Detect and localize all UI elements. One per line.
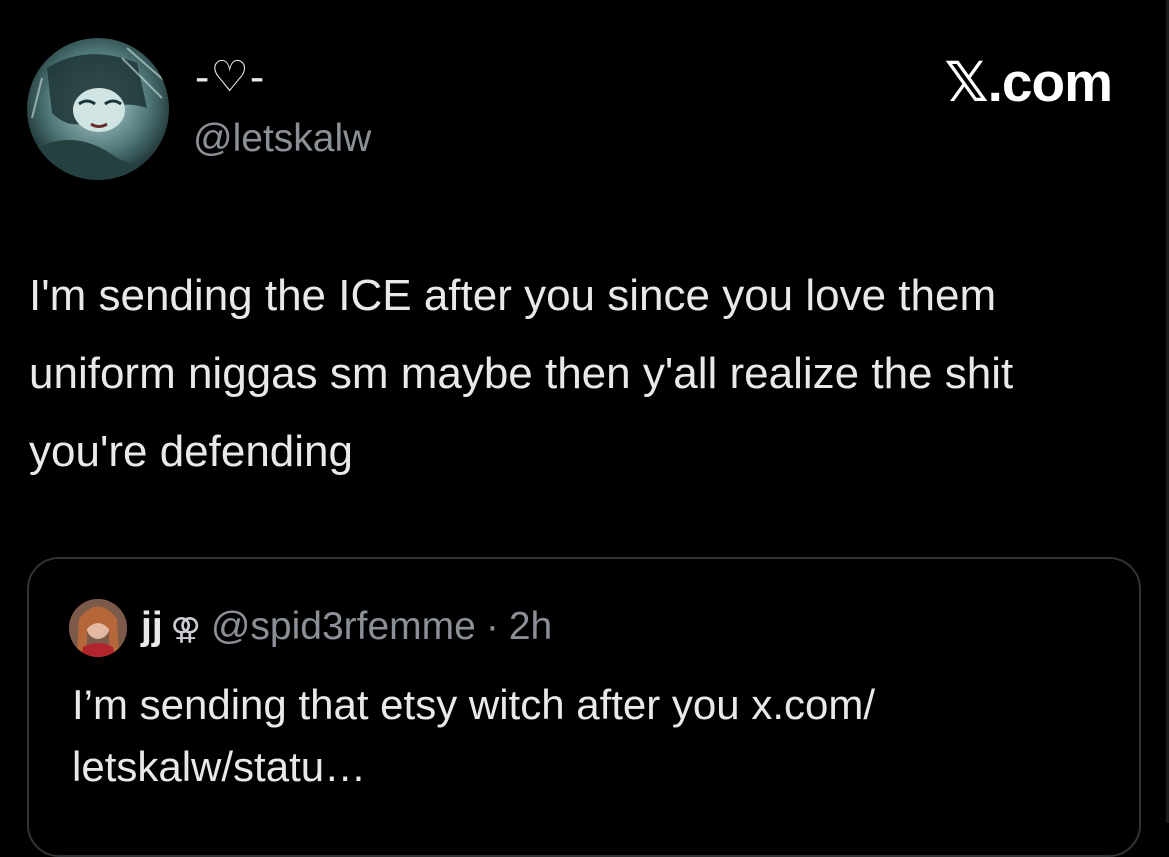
quoted-author-handle[interactable]: @spid3rfemme — [211, 605, 476, 648]
quoted-post-card[interactable]: jj ⚢ @spid3rfemme · 2h I’m sending that etsy… — [27, 557, 1141, 857]
quoted-author-avatar[interactable] — [69, 599, 127, 657]
quoted-author-display-name[interactable]: jj — [141, 605, 163, 648]
author-avatar[interactable] — [27, 38, 169, 180]
flag-icon: ⚢ — [170, 613, 201, 646]
avatar-image-icon — [69, 599, 127, 657]
post-text: I'm sending the ICE after you since you … — [29, 271, 1014, 476]
author-display-name[interactable]: -♡- — [195, 52, 265, 102]
avatar-image-icon — [27, 38, 169, 180]
separator-dot: · — [485, 605, 499, 648]
post-card: -♡- @letskalw 𝕏.com I'm sending the ICE … — [0, 0, 1169, 857]
quoted-post-timestamp[interactable]: 2h — [509, 605, 552, 648]
quoted-post-header: jj ⚢ @spid3rfemme · 2h — [141, 601, 552, 656]
x-com-logo: 𝕏.com — [944, 51, 1113, 113]
author-handle[interactable]: @letskalw — [193, 116, 371, 162]
quoted-post-text: I’m sending that etsy witch after you x.… — [72, 681, 876, 790]
